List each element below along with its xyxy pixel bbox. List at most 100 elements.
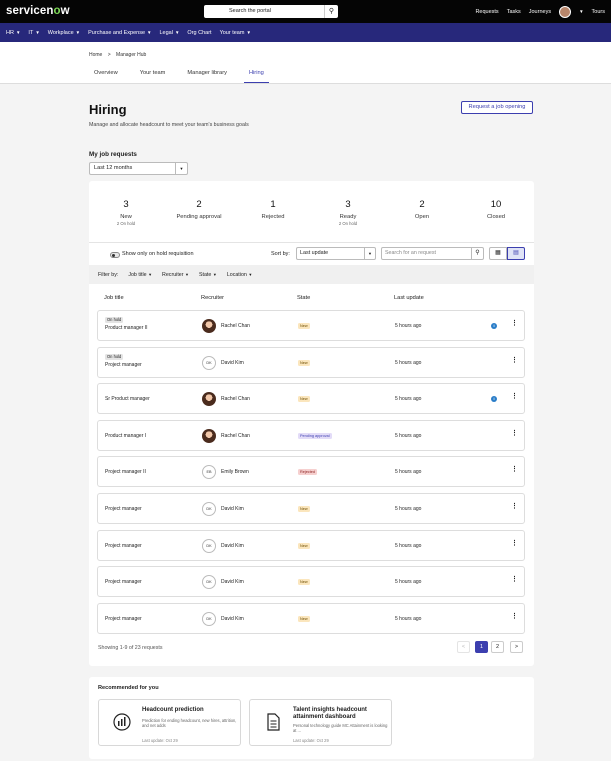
breadcrumb-current: Manager Hub <box>116 52 147 58</box>
tab-overview[interactable]: Overview <box>89 70 123 83</box>
breadcrumb-home[interactable]: Home <box>89 52 102 58</box>
servicenow-logo[interactable]: servicenow <box>6 5 70 17</box>
list-view-icon[interactable]: ▤ <box>507 247 525 260</box>
recommendation-title: Headcount prediction <box>142 707 204 713</box>
table-row[interactable]: On hold Product manager II Rachel Chan New 5… <box>97 310 525 341</box>
info-icon[interactable]: i <box>491 396 497 403</box>
chevron-down-icon: ▼ <box>364 248 375 259</box>
stat-open[interactable]: 2 Open <box>387 199 457 221</box>
status-badge: New <box>298 323 310 329</box>
last-update-cell: 5 hours ago <box>395 396 422 403</box>
more-options-icon[interactable]: ⋮ <box>511 430 518 437</box>
recruiter-name: Emily Brown <box>221 469 249 476</box>
page-title: Hiring <box>89 102 127 117</box>
more-options-icon[interactable]: ⋮ <box>511 466 518 473</box>
nav-item-purchase-expense[interactable]: Purchase and Expense ▼ <box>88 30 151 36</box>
chevron-down-icon: ▼ <box>246 29 251 35</box>
job-title-cell: Product manager I <box>105 433 146 439</box>
recommendation-card-headcount[interactable]: Headcount prediction Prediction for endi… <box>98 699 241 746</box>
recruiter-avatar: DK <box>202 502 216 516</box>
job-title-cell: On hold Product manager II <box>105 317 148 331</box>
status-badge: New <box>298 615 310 622</box>
recommendation-card-talent-insights[interactable]: Talent insights headcount attainment das… <box>249 699 392 746</box>
recruiter-avatar: DK <box>202 575 216 590</box>
on-hold-badge: On hold <box>105 317 124 323</box>
tab-manager-library[interactable]: Manager library <box>182 70 232 83</box>
search-icon[interactable]: ⚲ <box>471 248 483 259</box>
status-badge: New <box>298 579 310 586</box>
tab-hiring[interactable]: Hiring <box>243 70 269 83</box>
recruiter-avatar: DK <box>202 611 216 626</box>
tasks-link[interactable]: Tasks <box>507 9 521 15</box>
filter-job-title[interactable]: Job title ▼ <box>128 272 152 278</box>
table-row[interactable]: Product manager I Rachel Chan Pending appr… <box>97 419 525 451</box>
info-icon[interactable]: i <box>491 323 497 329</box>
stat-new[interactable]: 3 New 2 On hold <box>91 199 161 226</box>
more-options-icon[interactable]: ⋮ <box>511 357 518 364</box>
request-job-opening-button[interactable]: Request a job opening <box>461 101 533 114</box>
recommendation-updated: Last update: Oct 29 <box>142 738 178 743</box>
table-row[interactable]: Project manager II EB Emily Brown Rejected 5… <box>97 456 525 488</box>
last-update-cell: 5 hours ago <box>395 432 422 439</box>
job-title-cell: Project manager <box>105 616 142 622</box>
page-2-button[interactable]: 2 <box>491 641 504 653</box>
table-row[interactable]: Sr Product manager Rachel Chan New 5 hours … <box>97 383 525 415</box>
stat-ready[interactable]: 3 Ready 2 On hold <box>313 199 383 226</box>
job-title: Project manager <box>105 361 142 368</box>
nav-item-legal[interactable]: Legal ▼ <box>159 30 179 36</box>
nav-item-org-chart[interactable]: Org Chart <box>187 30 211 36</box>
chevron-down-icon: ▼ <box>147 29 152 35</box>
more-options-icon[interactable]: ⋮ <box>511 393 518 400</box>
grid-view-icon[interactable]: ▦ <box>489 247 507 260</box>
tab-your-team[interactable]: Your team <box>135 70 171 83</box>
table-row[interactable]: Project manager DK David Kim New 5 hours ago… <box>97 566 525 598</box>
on-hold-badge: On hold <box>105 353 124 360</box>
nav-item-workplace[interactable]: Workplace ▼ <box>48 30 80 36</box>
recruiter-name: David Kim <box>221 615 244 622</box>
more-options-icon[interactable]: ⋮ <box>511 540 518 547</box>
table-row[interactable]: Project manager DK David Kim New 5 hours ago… <box>97 602 525 634</box>
chevron-down-icon: ▼ <box>148 271 153 277</box>
more-options-icon[interactable]: ⋮ <box>511 613 518 620</box>
nav-item-hr[interactable]: HR ▼ <box>6 30 20 36</box>
chevron-down-icon: ▼ <box>248 271 253 277</box>
table-row[interactable]: Project manager DK David Kim New 5 hours ago… <box>97 493 525 524</box>
recruiter-avatar: DK <box>202 538 216 553</box>
chevron-down-icon: ▼ <box>75 29 81 35</box>
nav-item-it[interactable]: IT ▼ <box>28 30 39 36</box>
stat-pending-approval[interactable]: 2 Pending approval <box>164 199 234 221</box>
stat-rejected[interactable]: 1 Rejected <box>238 199 308 221</box>
breadcrumb: Home > Manager Hub <box>89 52 146 58</box>
prev-page-button[interactable]: < <box>457 641 470 653</box>
search-icon[interactable]: ⚲ <box>324 5 338 18</box>
sort-select[interactable]: Last update ▼ <box>296 247 376 260</box>
table-row[interactable]: On hold Project manager DK David Kim New 5 ho… <box>97 346 525 378</box>
on-hold-toggle-label: Show only on hold requisition <box>122 251 194 257</box>
more-options-icon[interactable]: ⋮ <box>511 320 518 327</box>
table-row[interactable]: Project manager DK David Kim New 5 hours ago… <box>97 529 525 561</box>
tours-link[interactable]: Tours <box>592 9 605 15</box>
portal-search-input[interactable]: Search the portal ⚲ <box>204 5 338 18</box>
nav-item-your-team[interactable]: Your team ▼ <box>220 30 251 36</box>
stat-closed[interactable]: 10 Closed <box>461 199 531 221</box>
last-update-cell: 5 hours ago <box>395 469 422 476</box>
on-hold-toggle[interactable] <box>110 252 120 258</box>
recruiter-name: Rachel Chan <box>221 323 250 329</box>
more-options-icon[interactable]: ⋮ <box>511 503 518 510</box>
request-search-input[interactable]: Search for an request ⚲ <box>381 247 484 260</box>
chevron-down-icon: ▼ <box>175 163 187 174</box>
page-1-button[interactable]: 1 <box>475 641 488 653</box>
more-options-icon[interactable]: ⋮ <box>511 576 518 583</box>
status-badge: New <box>298 396 310 403</box>
filter-recruiter[interactable]: Recruiter ▼ <box>162 272 189 278</box>
journeys-link[interactable]: Journeys <box>529 9 551 15</box>
period-select[interactable]: Last 12 months ▼ <box>89 162 188 175</box>
requests-link[interactable]: Requests <box>475 9 498 15</box>
filter-state[interactable]: State ▼ <box>199 272 217 278</box>
filter-label: Filter by: <box>98 271 119 278</box>
next-page-button[interactable]: > <box>510 641 523 653</box>
user-avatar[interactable] <box>559 5 572 18</box>
chevron-down-icon[interactable]: ▼ <box>579 9 583 14</box>
filter-location[interactable]: Location ▼ <box>227 272 252 278</box>
job-title-cell: Project manager <box>105 506 142 512</box>
